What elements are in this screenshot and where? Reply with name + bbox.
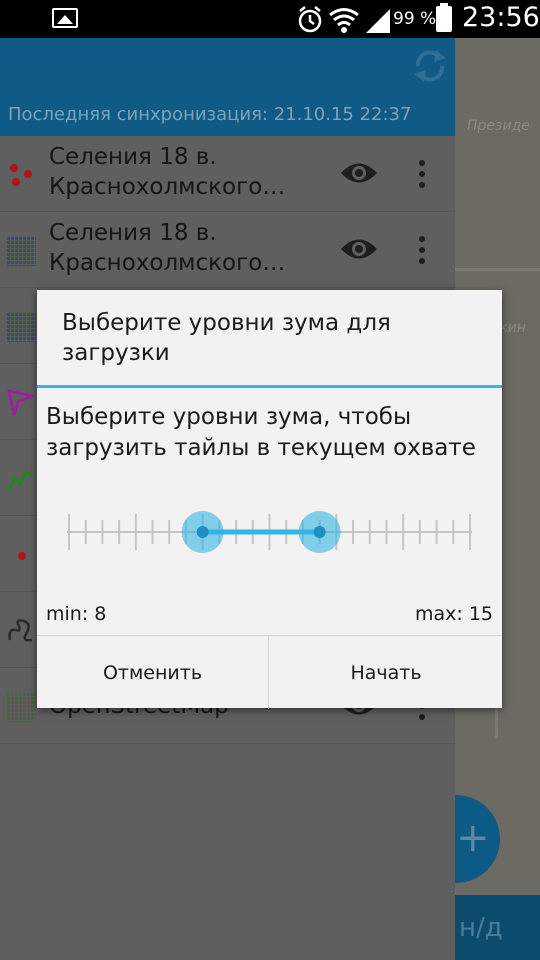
- raster-layer-icon: [6, 312, 36, 342]
- cancel-button[interactable]: Отменить: [37, 636, 269, 709]
- raster-layer-icon: [6, 692, 36, 722]
- image-icon: [52, 8, 78, 28]
- layer-row[interactable]: Селения 18 в. Краснохолмского…: [0, 212, 455, 288]
- min-zoom-label: min: 8: [46, 603, 107, 625]
- polygon-layer-icon: [7, 389, 36, 416]
- map-label: Президе: [467, 118, 530, 134]
- map-bottom-bar: н/д: [455, 895, 540, 960]
- map-bottom-text: н/д: [459, 913, 503, 943]
- signal-icon: [366, 9, 390, 33]
- more-options-icon[interactable]: [418, 236, 426, 266]
- drawer-header: Последняя синхронизация: 21.10.15 22:37: [0, 38, 455, 136]
- more-options-icon[interactable]: [418, 160, 426, 190]
- min-zoom-thumb[interactable]: [181, 511, 224, 553]
- last-sync-text: Последняя синхронизация: 21.10.15 22:37: [8, 104, 412, 125]
- max-zoom-thumb[interactable]: [298, 511, 341, 553]
- layer-name: Селения 18 в. Краснохолмского…: [49, 220, 286, 276]
- start-button[interactable]: Начать: [270, 636, 502, 709]
- wifi-icon: [329, 8, 359, 33]
- max-zoom-label: max: 15: [414, 603, 493, 625]
- battery-icon: [436, 3, 452, 32]
- zoom-levels-dialog: Выберите уровни зума для загрузки Выбери…: [37, 290, 502, 709]
- point-layer-icon: [18, 552, 26, 560]
- battery-percent: 99 %: [393, 9, 437, 29]
- map-road: [455, 268, 540, 271]
- alarm-icon: [298, 6, 322, 33]
- line-layer-icon: [7, 470, 34, 491]
- status-bar: 99 % 23:56: [0, 0, 540, 38]
- raster-layer-icon: [6, 236, 36, 266]
- dialog-title: Выберите уровни зума для загрузки: [62, 310, 391, 366]
- layer-row[interactable]: Селения 18 в. Краснохолмского…: [0, 136, 455, 212]
- dialog-message: Выберите уровни зума, чтобы загрузить та…: [46, 404, 476, 461]
- zoom-range-slider[interactable]: [67, 502, 472, 562]
- visibility-eye-icon[interactable]: [340, 160, 378, 186]
- visibility-eye-icon[interactable]: [340, 236, 378, 262]
- track-layer-icon: [8, 619, 33, 642]
- layer-name: Селения 18 в. Краснохолмского…: [49, 144, 286, 200]
- points-layer-icon: [10, 164, 32, 186]
- sync-icon[interactable]: [410, 46, 450, 86]
- dialog-button-bar: Отменить Начать: [37, 635, 502, 709]
- status-icons: [298, 6, 390, 33]
- clock: 23:56: [462, 2, 540, 33]
- dialog-divider: [37, 385, 502, 388]
- plus-icon: +: [456, 815, 490, 861]
